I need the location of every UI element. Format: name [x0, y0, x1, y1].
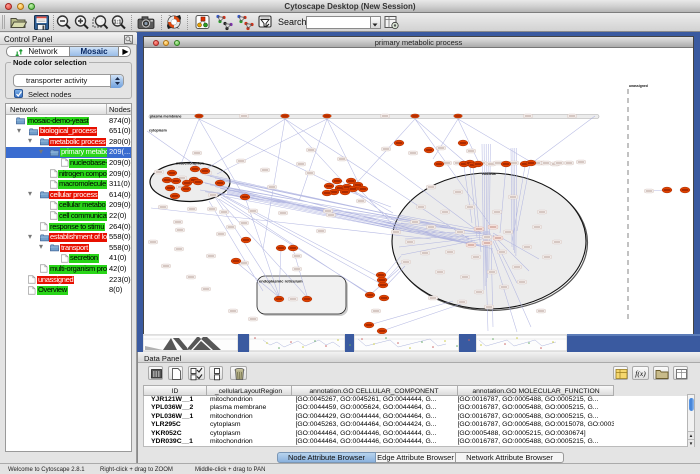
- svg-text:mitochondrion: mitochondrion: [176, 161, 205, 166]
- svg-text:unassigned: unassigned: [629, 84, 648, 88]
- svg-text:nucleus: nucleus: [482, 172, 496, 176]
- svg-text:endoplasmic reticulum: endoplasmic reticulum: [259, 279, 303, 284]
- svg-text:1:1: 1:1: [114, 20, 122, 26]
- svg-text:cytoplasm: cytoplasm: [149, 129, 167, 133]
- svg-text:plasma membrane: plasma membrane: [150, 115, 182, 119]
